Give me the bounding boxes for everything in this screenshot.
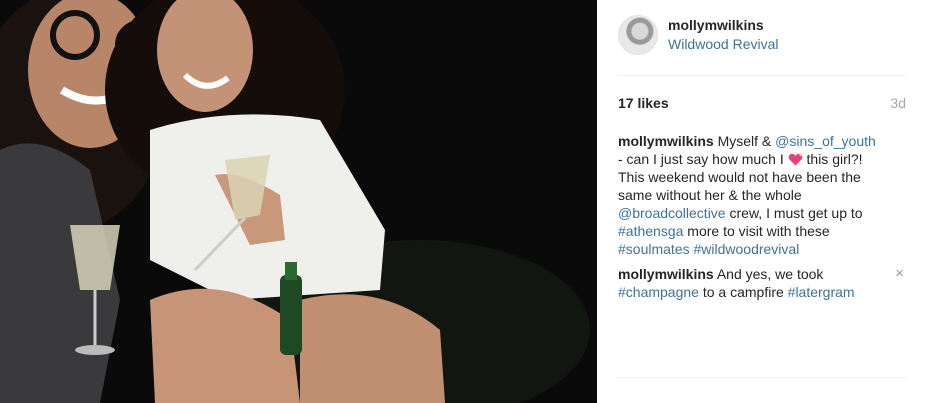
mention-link[interactable]: @sins_of_youth [775, 133, 876, 149]
photo-illustration [0, 0, 597, 403]
mention-link[interactable]: @broadcollective [618, 205, 726, 221]
comment-username[interactable]: mollymwilkins [618, 266, 714, 282]
comments-list: mollymwilkins Myself & @sins_of_youth - … [618, 132, 906, 308]
comment-text: Myself & [713, 133, 776, 149]
delete-comment-close-icon[interactable]: × [895, 265, 904, 283]
post-header: mollymwilkins Wildwood Revival [618, 14, 906, 76]
hashtag-link[interactable]: #latergram [788, 284, 855, 300]
likes-count[interactable]: 17 likes [618, 95, 669, 111]
post-actions-bar [618, 377, 906, 403]
profile-avatar[interactable] [618, 15, 658, 55]
post-username[interactable]: mollymwilkins [668, 17, 764, 33]
comment-text: to a campfire [698, 284, 788, 300]
likes-row: 17 likes 3d [618, 95, 906, 115]
hashtag-link[interactable]: #wildwoodrevival [693, 241, 799, 257]
comment-text: And yes, we took [713, 266, 824, 282]
comment-text: more to visit with these [683, 223, 830, 239]
comment-text: crew, I must get up to [725, 205, 863, 221]
post-location[interactable]: Wildwood Revival [668, 36, 778, 52]
sparkling-heart-icon [788, 153, 803, 166]
hashtag-link[interactable]: #athensga [618, 223, 683, 239]
comment-text: - can I just say how much I [618, 151, 788, 167]
caption-comment: mollymwilkins Myself & @sins_of_youth - … [618, 132, 906, 258]
post-photo [0, 0, 597, 403]
post-sidebar: mollymwilkins Wildwood Revival 17 likes … [597, 0, 928, 403]
post-timestamp[interactable]: 3d [890, 95, 906, 111]
comment-username[interactable]: mollymwilkins [618, 133, 714, 149]
hashtag-link[interactable]: #soulmates [618, 241, 690, 257]
hashtag-link[interactable]: #champagne [618, 284, 699, 300]
comment-item: mollymwilkins And yes, we took #champagn… [618, 265, 906, 301]
